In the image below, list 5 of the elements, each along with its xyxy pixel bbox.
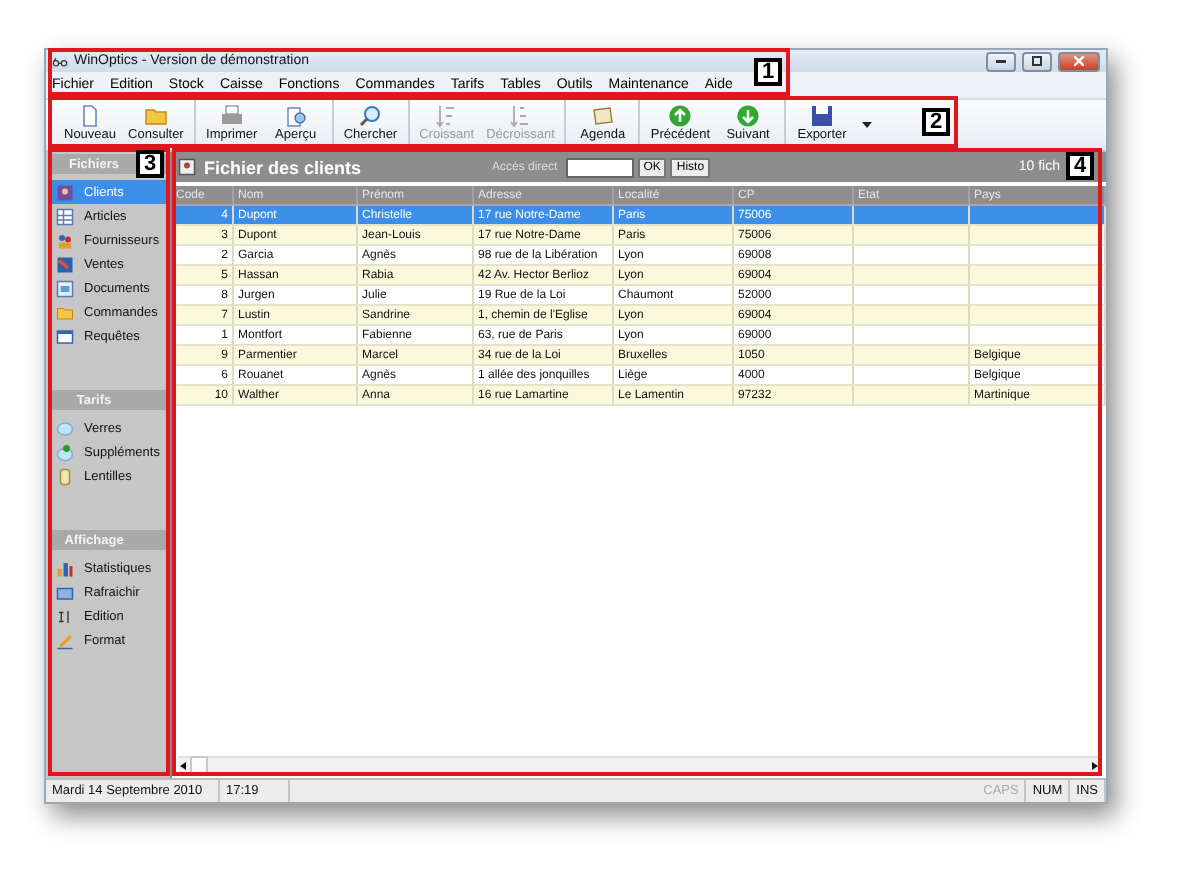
callout-number: 4 bbox=[1066, 152, 1094, 180]
callout-number: 3 bbox=[136, 150, 164, 178]
callout-number: 2 bbox=[922, 108, 950, 136]
callout-number: 1 bbox=[754, 58, 782, 86]
list-title: Fichier des clients bbox=[204, 157, 364, 177]
